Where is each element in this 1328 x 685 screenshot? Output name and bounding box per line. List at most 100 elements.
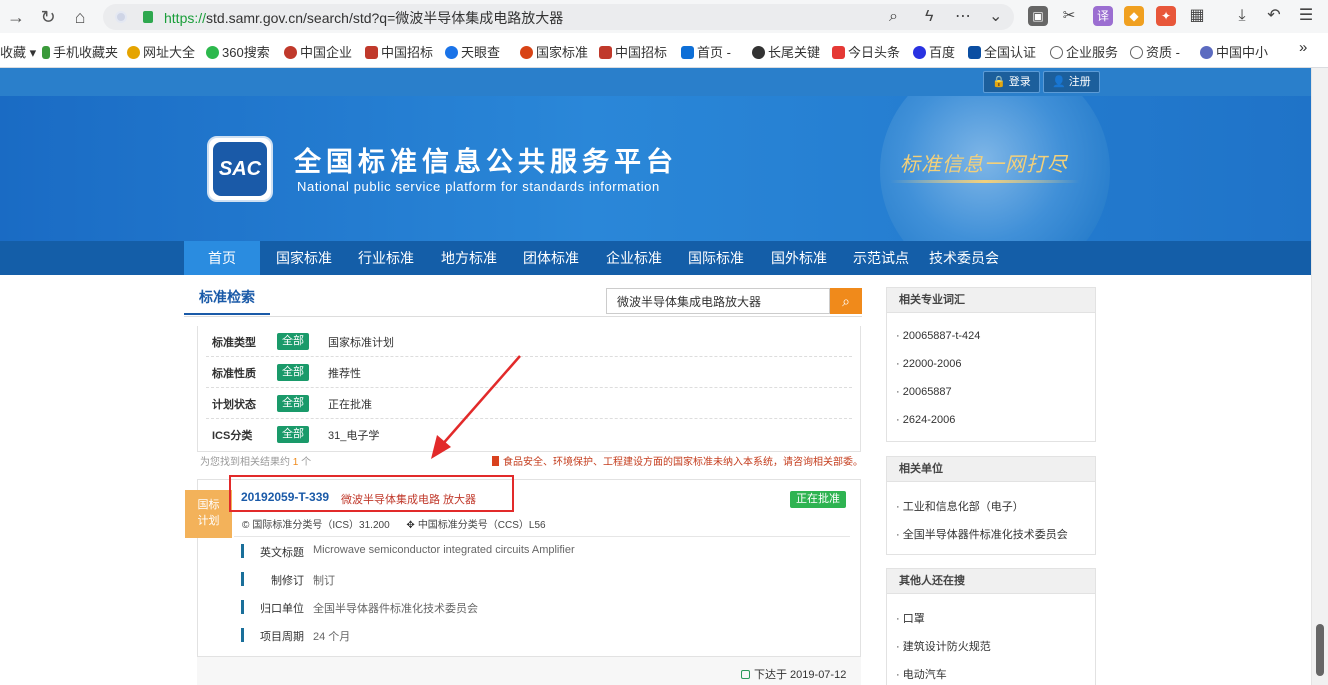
hot-search-link[interactable]: · 建筑设计防火规范 <box>896 638 991 654</box>
nav-enterprise[interactable]: 企业标准 <box>596 241 672 275</box>
shield-ext-icon[interactable]: ◆ <box>1124 6 1144 26</box>
filter-all-button[interactable]: 全部 <box>277 333 309 350</box>
bookmark-item[interactable]: 百度 <box>913 42 955 61</box>
back-icon[interactable]: → <box>4 5 28 29</box>
search-input[interactable] <box>606 288 830 314</box>
page-scrollbar[interactable] <box>1311 68 1328 685</box>
more-bookmarks-button[interactable]: » <box>1299 39 1307 56</box>
filter-row: 计划状态 全部 正在批准 <box>206 388 852 419</box>
login-button[interactable]: 🔒 登录 <box>983 71 1040 93</box>
filter-all-button[interactable]: 全部 <box>277 395 309 412</box>
related-unit-link[interactable]: · 工业和信息化部（电子） <box>896 498 1024 514</box>
url-text[interactable]: https://std.samr.gov.cn/search/std?q=微波半… <box>164 8 563 28</box>
filter-value[interactable]: 31_电子学 <box>328 427 379 443</box>
bookmark-item[interactable]: 中国中小 <box>1200 42 1268 61</box>
filter-all-button[interactable]: 全部 <box>277 364 309 381</box>
url-scheme: https:// <box>164 10 207 26</box>
lightning-icon[interactable]: ϟ <box>925 6 933 28</box>
bookmark-item[interactable]: 网址大全 <box>127 42 195 61</box>
site-icon <box>127 46 140 59</box>
bookmark-label: 企业服务 <box>1066 45 1119 60</box>
panda-icon <box>752 46 765 59</box>
search-button[interactable]: ⌕ <box>830 288 862 314</box>
related-term-link[interactable]: · 20065887 <box>896 386 952 398</box>
nav-group[interactable]: 团体标准 <box>513 241 589 275</box>
home-icon[interactable]: ⌂ <box>68 5 92 29</box>
reload-icon[interactable]: ↻ <box>36 5 60 29</box>
nav-national[interactable]: 国家标准 <box>266 241 342 275</box>
translate-icon[interactable]: 译 <box>1093 6 1113 26</box>
chevron-down-icon[interactable]: ⌄ <box>989 6 1002 28</box>
panel-title: 相关单位 <box>887 457 1095 482</box>
related-term-link[interactable]: · 2624-2006 <box>896 414 955 426</box>
nav-local[interactable]: 地方标准 <box>431 241 507 275</box>
classification-codes: © 国际标准分类号（ICS）31.200 ✥ 中国标准分类号（CCS）L56 <box>242 516 546 531</box>
result-divider <box>234 536 850 537</box>
related-term-link[interactable]: · 22000-2006 <box>896 358 961 370</box>
bookmark-item[interactable]: 中国招标 <box>365 42 433 61</box>
bookmark-item[interactable]: 首页 - <box>681 42 731 61</box>
nav-home[interactable]: 首页 <box>184 241 260 275</box>
ccs-code: 中国标准分类号（CCS）L56 <box>417 520 546 531</box>
filter-value[interactable]: 正在批准 <box>328 396 372 412</box>
ics-code: 国际标准分类号（ICS）31.200 <box>252 520 390 531</box>
sac-logo[interactable]: SAC <box>207 136 273 202</box>
bookmark-item[interactable]: 资质 - <box>1130 42 1180 61</box>
bookmark-item[interactable]: 360搜索 <box>206 42 270 61</box>
security-shield-icon <box>115 11 127 23</box>
detail-value: 24 个月 <box>313 631 351 643</box>
scissors-icon[interactable]: ✂ <box>1059 6 1079 26</box>
bookmark-item[interactable]: 中国企业 <box>284 42 352 61</box>
filter-value[interactable]: 国家标准计划 <box>328 334 394 350</box>
site-icon <box>445 46 458 59</box>
tab-divider <box>184 316 862 317</box>
bookmark-item[interactable]: 收藏 ▾ <box>0 42 36 61</box>
bookmark-item[interactable]: 天眼查 <box>445 42 500 61</box>
hot-search-link[interactable]: · 口罩 <box>896 610 925 626</box>
scroll-thumb[interactable] <box>1316 624 1324 676</box>
bookmark-label: 百度 <box>929 45 956 60</box>
download-icon[interactable]: ⤓ <box>1232 6 1252 26</box>
nav-committee[interactable]: 技术委员会 <box>924 241 1004 275</box>
game-icon[interactable]: ✦ <box>1156 6 1176 26</box>
bookmark-item[interactable]: 长尾关键 <box>752 42 820 61</box>
hot-search-link[interactable]: · 电动汽车 <box>896 666 947 682</box>
nav-demo[interactable]: 示范试点 <box>843 241 919 275</box>
register-button[interactable]: 👤 注册 <box>1043 71 1100 93</box>
bookmark-item[interactable]: 全国认证 <box>968 42 1036 61</box>
tab-standard-search[interactable]: 标准检索 <box>184 275 270 315</box>
bookmark-label: 中国招标 <box>381 45 434 60</box>
bookmark-item[interactable]: 今日头条 <box>832 42 900 61</box>
bookmark-label: 今日头条 <box>848 45 901 60</box>
related-term-link[interactable]: · 20065887-t-424 <box>896 330 980 342</box>
related-unit-link[interactable]: · 全国半导体器件标准化技术委员会 <box>896 526 1068 542</box>
zoom-icon[interactable]: ⌕ <box>889 6 898 28</box>
address-bar[interactable]: https://std.samr.gov.cn/search/std?q=微波半… <box>103 4 1014 30</box>
panel-title: 其他人还在搜 <box>887 569 1095 594</box>
date-icon <box>741 670 750 679</box>
url-path: std.samr.gov.cn/search/std?q=微波半导体集成电路放大… <box>206 10 564 26</box>
more-icon[interactable]: ⋯ <box>955 6 971 28</box>
bookmark-item[interactable]: 中国招标 <box>599 42 667 61</box>
apps-grid-icon[interactable]: ▦ <box>1187 6 1207 26</box>
nav-foreign[interactable]: 国外标准 <box>761 241 837 275</box>
filter-value[interactable]: 推荐性 <box>328 365 361 381</box>
bookmark-item[interactable]: 企业服务 <box>1050 42 1118 61</box>
lock-icon <box>143 11 153 23</box>
bookmark-item[interactable]: 手机收藏夹 <box>42 42 118 61</box>
filter-all-button[interactable]: 全部 <box>277 426 309 443</box>
globe-icon <box>1130 46 1143 59</box>
nav-industry[interactable]: 行业标准 <box>348 241 424 275</box>
reader-icon[interactable]: ▣ <box>1028 6 1048 26</box>
nav-international[interactable]: 国际标准 <box>678 241 754 275</box>
undo-icon[interactable]: ↶ <box>1264 6 1284 26</box>
baidu-icon <box>913 46 926 59</box>
issue-date: 下达于 2019-07-12 <box>741 666 846 682</box>
slogan: 标准信息一网打尽 <box>900 152 1068 176</box>
menu-icon[interactable]: ☰ <box>1296 6 1316 26</box>
detail-label: 制修订 <box>271 575 304 587</box>
bookmark-item[interactable]: 国家标准 <box>520 42 588 61</box>
related-terms-panel: 相关专业词汇 · 20065887-t-424 · 22000-2006 · 2… <box>886 287 1096 442</box>
filter-row: ICS分类 全部 31_电子学 <box>206 419 852 450</box>
login-label: 登录 <box>1008 76 1031 88</box>
